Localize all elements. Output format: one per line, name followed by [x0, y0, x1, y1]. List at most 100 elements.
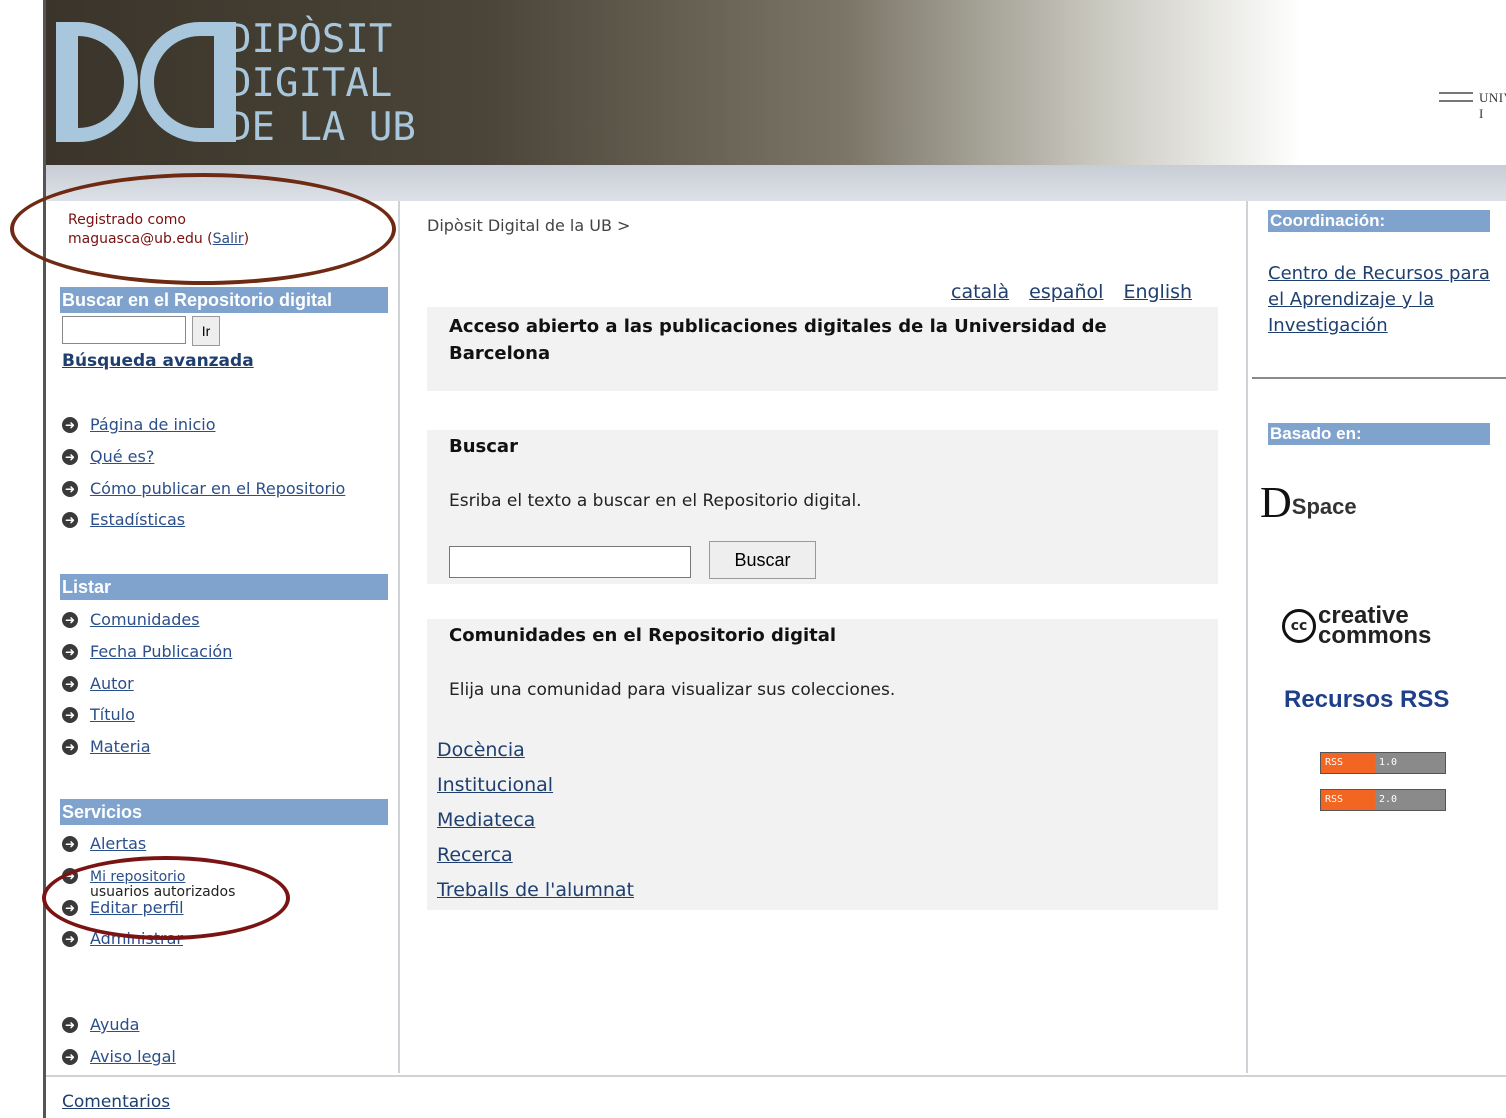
main-search-input[interactable] — [449, 546, 691, 578]
dspace-logo[interactable]: D Space — [1260, 473, 1408, 531]
rss-1-0-button[interactable]: RSS 1.0 — [1320, 752, 1446, 774]
rss-label: RSS — [1321, 753, 1375, 773]
arrow-right-icon: ➜ — [62, 836, 78, 852]
site-logo-text[interactable]: DIPÒSIT DIGITAL DE LA UB — [228, 18, 416, 150]
lang-catalan[interactable]: català — [951, 281, 1009, 303]
nav-item-subject[interactable]: ➜ Materia — [62, 737, 232, 769]
arrow-right-icon: ➜ — [62, 931, 78, 948]
main-search-button[interactable]: Buscar — [709, 541, 816, 579]
nav-item-help[interactable]: ➜ Ayuda — [62, 1015, 176, 1047]
nav-item-author[interactable]: ➜ Autor — [62, 674, 232, 706]
based-on-heading: Basado en: — [1268, 423, 1490, 445]
nav-link-help[interactable]: Ayuda — [90, 1015, 139, 1034]
dspace-logo-text: Space — [1291, 494, 1357, 519]
community-link-recerca[interactable]: Recerca — [437, 844, 513, 866]
right-sidebar: Coordinación: Centro de Recursos para el… — [1246, 201, 1506, 1073]
arrow-right-icon: ➜ — [62, 1048, 78, 1065]
community-link-institucional[interactable]: Institucional — [437, 774, 553, 796]
main-nav: ➜ Página de inicio ➜ Qué es? ➜ Cómo publica… — [62, 415, 345, 542]
nav-link-communities[interactable]: Comunidades — [90, 610, 200, 629]
rss-2-0-button[interactable]: RSS 2.0 — [1320, 789, 1446, 811]
community-item: Institucional — [437, 768, 634, 803]
nav-link-alerts[interactable]: Alertas — [90, 834, 146, 853]
help-nav: ➜ Ayuda ➜ Aviso legal — [62, 1015, 176, 1079]
nav-link-legal[interactable]: Aviso legal — [90, 1047, 176, 1066]
creative-commons-logo[interactable]: cc creative commons — [1282, 604, 1432, 649]
nav-link-about[interactable]: Qué es? — [90, 447, 154, 466]
right-divider — [1252, 377, 1506, 379]
communities-title: Comunidades en el Repositorio digital — [449, 625, 837, 646]
logo-line-1: DIPÒSIT — [228, 17, 393, 62]
breadcrumb[interactable]: Dipòsit Digital de la UB > — [427, 216, 630, 235]
annotation-oval-my-repository — [42, 856, 290, 940]
community-item: Docència — [437, 733, 634, 768]
sidebar-search-input[interactable] — [62, 316, 186, 344]
nav-link-date[interactable]: Fecha Publicación — [90, 642, 232, 661]
logo-d-right — [140, 22, 236, 142]
arrow-right-icon: ➜ — [62, 480, 78, 497]
nav-item-communities[interactable]: ➜ Comunidades — [62, 610, 232, 642]
nav-link-publish[interactable]: Cómo publicar en el Repositorio — [90, 479, 345, 498]
communities-list: Docència Institucional Mediateca Recerca… — [437, 733, 634, 908]
community-link-mediateca[interactable]: Mediateca — [437, 809, 535, 831]
annotation-oval-login — [10, 173, 396, 285]
community-item: Treballs de l'alumnat — [437, 873, 634, 908]
communities-box: Comunidades en el Repositorio digital El… — [427, 619, 1218, 910]
advanced-search-link[interactable]: Búsqueda avanzada — [62, 351, 254, 371]
sidebar-search-button[interactable]: Ir — [192, 316, 220, 346]
community-link-treballs[interactable]: Treballs de l'alumnat — [437, 879, 634, 901]
rss-version: 1.0 — [1375, 753, 1445, 773]
arrow-right-icon: ➜ — [62, 512, 78, 529]
search-box-text: Esriba el texto a buscar en el Repositor… — [449, 491, 862, 511]
coordination-heading: Coordinación: — [1268, 210, 1490, 232]
nav-item-title[interactable]: ➜ Título — [62, 705, 232, 737]
comments-link[interactable]: Comentarios — [62, 1092, 170, 1112]
cc-text: creative commons — [1318, 604, 1432, 649]
nav-link-subject[interactable]: Materia — [90, 737, 151, 756]
arrow-right-icon: ➜ — [62, 417, 78, 433]
arrow-right-icon: ➜ — [62, 612, 78, 628]
nav-item-publish[interactable]: ➜ Cómo publicar en el Repositorio — [62, 479, 345, 511]
logo-line-2: DIGITAL — [228, 61, 393, 106]
arrow-right-icon: ➜ — [62, 739, 78, 756]
nav-link-author[interactable]: Autor — [90, 674, 134, 693]
nav-item-date[interactable]: ➜ Fecha Publicación — [62, 642, 232, 674]
intro-text: Acceso abierto a las publicaciones digit… — [449, 316, 1107, 364]
rss-version: 2.0 — [1375, 790, 1445, 810]
nav-link-title[interactable]: Título — [90, 705, 135, 724]
intro-box: Acceso abierto a las publicaciones digit… — [427, 307, 1218, 391]
cc-text-line-2: commons — [1318, 622, 1432, 649]
main-content: Dipòsit Digital de la UB > català españo… — [400, 201, 1246, 1073]
nav-link-home[interactable]: Página de inicio — [90, 415, 216, 434]
nav-link-statistics[interactable]: Estadísticas — [90, 510, 185, 529]
arrow-right-icon: ➜ — [62, 1017, 78, 1033]
arrow-right-icon: ➜ — [62, 448, 78, 465]
language-selector: català español English — [937, 281, 1192, 303]
sidebar-search: Ir — [62, 316, 220, 346]
communities-text: Elija una comunidad para visualizar sus … — [449, 680, 896, 700]
cc-icon: cc — [1282, 609, 1316, 643]
search-section-heading: Buscar en el Repositorio digital — [60, 287, 388, 313]
lang-spanish[interactable]: español — [1029, 281, 1103, 303]
university-name[interactable]: UNIVERSITAT I — [1479, 90, 1506, 122]
site-header: DIPÒSIT DIGITAL DE LA UB UNIVERSITAT I — [46, 0, 1506, 165]
arrow-right-icon: ➜ — [62, 675, 78, 692]
services-section-heading: Servicios — [60, 799, 388, 825]
arrow-right-icon: ➜ — [62, 707, 78, 724]
nav-item-about[interactable]: ➜ Qué es? — [62, 447, 345, 479]
dspace-logo-d: D — [1260, 477, 1292, 527]
logo-d-left — [56, 22, 138, 142]
crai-link[interactable]: Centro de Recursos para el Aprendizaje y… — [1268, 261, 1500, 339]
lang-english[interactable]: English — [1123, 281, 1192, 303]
community-link-docencia[interactable]: Docència — [437, 739, 525, 761]
rss-title: Recursos RSS — [1284, 686, 1450, 713]
list-nav: ➜ Comunidades ➜ Fecha Publicación ➜ Autor ➜… — [62, 610, 232, 769]
arrow-right-icon: ➜ — [62, 643, 78, 660]
search-box-title: Buscar — [449, 436, 518, 457]
nav-item-statistics[interactable]: ➜ Estadísticas — [62, 510, 345, 542]
rss-label: RSS — [1321, 790, 1375, 810]
footer-divider — [46, 1075, 1506, 1077]
nav-item-legal[interactable]: ➜ Aviso legal — [62, 1047, 176, 1079]
community-item: Mediateca — [437, 803, 634, 838]
nav-item-home[interactable]: ➜ Página de inicio — [62, 415, 345, 447]
